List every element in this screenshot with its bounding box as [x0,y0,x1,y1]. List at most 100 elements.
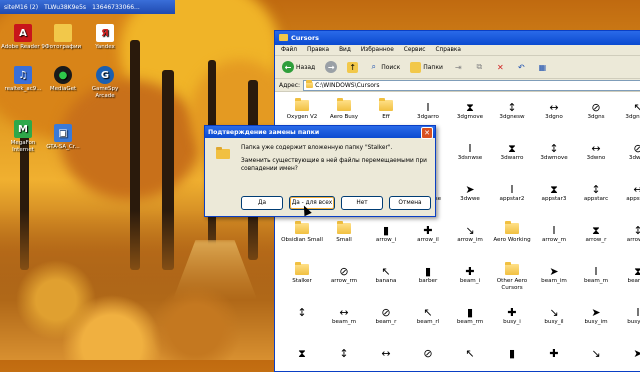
file-item[interactable]: I 3dgarro [407,93,449,121]
file-item[interactable]: ↔ 3dgno [533,93,575,121]
file-item[interactable]: Ibeam_m [575,257,617,285]
file-item-icon: ⊘ [617,134,640,154]
search-button[interactable]: ⌕ Поиск [365,59,403,75]
file-item[interactable]: ↖3dgnwse [617,93,640,121]
dialog-titlebar[interactable]: Подтверждение замены папки ✕ [205,126,435,139]
file-item[interactable]: ➤ 3dwwe [449,175,491,203]
taskbar-item[interactable]: siteM16 (2) [4,4,38,11]
file-item[interactable]: ⊘ arrow_rm [323,257,365,285]
menu-file[interactable]: Файл [281,47,297,53]
pdf-icon: A [14,24,32,42]
file-item[interactable]: ⧗ 3dgmove [449,93,491,121]
file-item[interactable]: ✚ arrow_il [407,216,449,244]
file-item[interactable]: ↕ 3dwmove [533,134,575,162]
file-item[interactable]: Obsidian Small [281,216,323,244]
file-item[interactable]: ↔ 3dwno [575,134,617,162]
delete-button[interactable]: ✕ [492,59,509,75]
file-item[interactable]: ↖ beam_rl [407,298,449,326]
folder-icon [505,221,519,234]
file-item[interactable]: Small [323,216,365,244]
file-item[interactable]: Stalker [281,257,323,285]
file-item-label: beam_i [459,278,481,284]
forward-button[interactable]: → [322,59,340,75]
file-item[interactable]: ↔ [365,339,407,360]
menu-view[interactable]: Вид [339,47,351,53]
file-item[interactable]: Iappstar2 [491,175,533,203]
menu-edit[interactable]: Правка [307,47,329,53]
desktop-icon-yandex[interactable]: Я Yandex [82,24,128,51]
file-item[interactable]: ⊘ beam_r [365,298,407,326]
back-button[interactable]: ← Назад [279,59,318,75]
file-item[interactable]: ↖ banana [365,257,407,285]
file-item[interactable]: ⧗ appstar3 [533,175,575,203]
desktop-icon-gta[interactable]: ▣ GTA-SA_Cr... [40,124,86,151]
file-item[interactable]: Eff [365,93,407,121]
desktop-icon-gamespy[interactable]: G GameSpy Arcade [82,66,128,100]
yes-to-all-button[interactable]: Да - для всех [289,196,335,210]
views-button[interactable]: ▦ [534,59,551,75]
cursor-file-icon: ↔ [549,101,559,114]
file-item[interactable]: ↕ 3dgnesw [491,93,533,121]
file-item[interactable]: ⧗ arrow_r [575,216,617,244]
file-item[interactable]: ↕ [323,339,365,360]
yes-button[interactable]: Да [241,196,283,210]
file-item[interactable]: ↘ [575,339,617,360]
up-folder-button[interactable]: ↑ [344,59,361,75]
no-button[interactable]: Нет [341,196,383,210]
undo-button[interactable]: ↶ [513,59,530,75]
file-item[interactable]: ▮ beam_rm [449,298,491,326]
file-item[interactable]: ⧗ [281,339,323,360]
file-item[interactable]: ▮ [491,339,533,360]
file-item[interactable]: ⊘ 3dgns [575,93,617,121]
file-item[interactable]: Ibusy_m [617,298,640,326]
file-item[interactable]: Iarrow_m [533,216,575,244]
file-item[interactable]: Aero Busy [323,93,365,121]
file-item[interactable]: ⊘3dwns [617,134,640,162]
file-item[interactable]: ↘ arrow_im [449,216,491,244]
desktop-icon-photos[interactable]: Фотографии [40,24,86,51]
cursor-file-icon: I [468,142,472,155]
file-item[interactable]: ↕arrow_rl [617,216,640,244]
address-field[interactable]: C:\WINDOWS\Cursors [303,79,640,91]
file-item[interactable]: ➤ busy_im [575,298,617,326]
file-item[interactable]: ↔ beam_m [323,298,365,326]
menu-bar: Файл Правка Вид Избранное Сервис Справка [275,45,640,56]
file-item-icon: ↔ [365,339,407,359]
confirm-replace-dialog[interactable]: Подтверждение замены папки ✕ Папка уже с… [204,125,436,217]
copy-to-button[interactable]: ⧉ [471,59,488,75]
menu-tools[interactable]: Сервис [404,47,426,53]
file-item[interactable]: ↖ [449,339,491,360]
file-item-icon [365,93,407,111]
file-item[interactable]: ↔appstart [617,175,640,203]
file-item[interactable]: ▮ arrow_i [365,216,407,244]
move-to-button[interactable]: ⇥ [450,59,467,75]
file-item[interactable]: ➤ [617,339,640,360]
taskbar-item[interactable]: 13646733066... [92,4,140,11]
file-item[interactable]: ↕ [281,298,323,319]
desktop-icon-mediaget[interactable]: ● MediaGet [40,66,86,93]
file-item[interactable]: Aero Working [491,216,533,244]
file-item[interactable]: Other Aero Cursors [491,257,533,292]
folders-button[interactable]: Папки [407,59,446,75]
file-item[interactable]: ↕ appstarc [575,175,617,203]
desktop-icon-label: Yandex [95,44,115,50]
file-item[interactable]: ➤ beam_im [533,257,575,285]
cancel-button[interactable]: Отмена [389,196,431,210]
file-item[interactable]: Oxygen V2 [281,93,323,121]
file-item[interactable]: ⧗ 3dwarro [491,134,533,162]
menu-favorites[interactable]: Избранное [361,47,394,53]
file-item[interactable]: ↘ busy_il [533,298,575,326]
file-item[interactable]: ▮ barber [407,257,449,285]
explorer-titlebar[interactable]: Cursors [275,31,640,45]
file-item[interactable]: ⊘ [407,339,449,360]
file-item[interactable]: ✚ busy_i [491,298,533,326]
file-item[interactable]: ✚ [533,339,575,360]
close-icon[interactable]: ✕ [421,127,433,139]
file-item-label: beam_m [331,319,357,325]
file-item[interactable]: ⧗beam_r [617,257,640,285]
file-item[interactable]: ✚ beam_i [449,257,491,285]
file-item-label: 3dgmove [456,114,484,120]
file-item[interactable]: I 3dsnwse [449,134,491,162]
menu-help[interactable]: Справка [435,47,461,53]
taskbar-item[interactable]: TLWu38K9e5s [44,4,86,11]
